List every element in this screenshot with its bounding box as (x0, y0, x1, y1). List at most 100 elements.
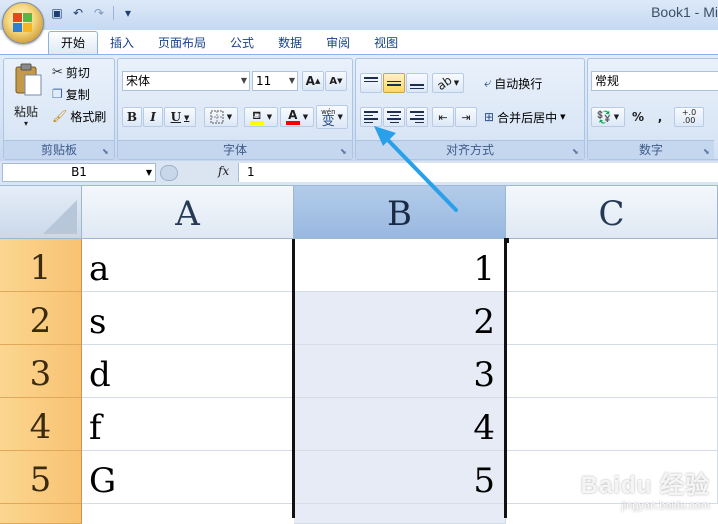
formula-input[interactable]: 1 (238, 163, 718, 182)
grow-font-icon: A (305, 74, 315, 88)
cell-c1[interactable] (506, 239, 718, 292)
customize-qat-icon[interactable]: ▾ (119, 4, 137, 22)
increase-indent-icon: ⇥ (461, 110, 471, 124)
top-align-icon (364, 77, 378, 89)
align-left-button[interactable] (360, 107, 382, 127)
tab-view[interactable]: 视图 (362, 32, 410, 54)
cell-a2[interactable]: s (82, 292, 294, 345)
cut-button[interactable]: ✂ 剪切 (52, 63, 90, 81)
watermark-brand: Baidu 经验 (580, 472, 710, 499)
select-all-button[interactable] (0, 186, 82, 239)
column-header-b[interactable]: B (294, 186, 506, 239)
row-header-2[interactable]: 2 (0, 292, 82, 345)
tab-review[interactable]: 审阅 (314, 32, 362, 54)
align-center-button[interactable] (383, 107, 405, 127)
number-launcher-icon[interactable]: ⬊ (703, 147, 712, 156)
format-painter-label: 格式刷 (70, 109, 107, 124)
copy-icon: ❐ (52, 87, 63, 101)
cell-c2[interactable] (506, 292, 718, 345)
italic-button[interactable]: I (143, 107, 163, 127)
format-painter-button[interactable]: 🖌 格式刷 (52, 107, 106, 125)
ribbon: 粘贴 ▾ ✂ 剪切 ❐ 复制 🖌 格式刷 剪贴板 ⬊ 宋体 ▼ 11 ▼ A▲ (0, 54, 718, 162)
alignment-launcher-icon[interactable]: ⬊ (572, 147, 581, 156)
font-size-select[interactable]: 11 ▼ (252, 71, 298, 91)
comma-button[interactable]: , (651, 107, 669, 127)
redo-icon[interactable]: ↷ (90, 4, 108, 22)
paste-icon (15, 63, 42, 96)
fill-handle[interactable] (504, 238, 509, 243)
accounting-format-button[interactable]: 💱 ▼ (591, 107, 625, 127)
paste-dropdown-icon[interactable]: ▾ (24, 119, 28, 128)
borders-button[interactable]: ▼ (204, 107, 238, 127)
number-group: 常规 💱 ▼ % , +.0 .00 数字 ⬊ (587, 58, 718, 160)
align-right-button[interactable] (406, 107, 428, 127)
cell-a3[interactable]: d (82, 345, 294, 398)
paste-label: 粘贴 (14, 105, 39, 119)
row-header-6[interactable] (0, 504, 82, 524)
chevron-down-icon: ▼ (560, 113, 566, 121)
currency-icon: 💱 (596, 110, 612, 124)
formula-bar-splitter[interactable] (160, 165, 178, 181)
copy-button[interactable]: ❐ 复制 (52, 85, 90, 103)
chevron-down-icon: ▼ (266, 113, 273, 121)
office-button[interactable] (2, 2, 44, 44)
number-group-title: 数字 (588, 140, 714, 159)
shrink-font-button[interactable]: A ▼ (325, 71, 347, 91)
merge-cells-icon: ⊞ (484, 110, 495, 124)
tab-formulas[interactable]: 公式 (218, 32, 266, 54)
bottom-align-button[interactable] (406, 73, 428, 93)
fill-color-button[interactable]: ⛾ ▼ (244, 107, 278, 127)
cell-c4[interactable] (506, 398, 718, 451)
cell-c3[interactable] (506, 345, 718, 398)
clipboard-launcher-icon[interactable]: ⬊ (102, 147, 111, 156)
tab-home[interactable]: 开始 (48, 31, 99, 54)
decrease-indent-button[interactable]: ⇤ (432, 107, 454, 127)
middle-align-button[interactable] (383, 73, 405, 93)
underline-label: U (170, 110, 182, 124)
tab-page-layout[interactable]: 页面布局 (146, 32, 218, 54)
font-color-icon: A (285, 109, 300, 125)
name-box[interactable]: B1 ▼ (2, 163, 156, 182)
wrap-text-button[interactable]: ⤶ 自动换行 (484, 73, 542, 93)
watermark: Baidu 经验 jingyan.baidu.com (581, 465, 710, 512)
percent-button[interactable]: % (627, 107, 649, 127)
row-header-1[interactable]: 1 (0, 239, 82, 292)
merge-center-button[interactable]: ⊞ 合并后居中 ▼ (484, 107, 565, 127)
tab-data[interactable]: 数据 (266, 32, 314, 54)
insert-function-icon[interactable]: fx (218, 164, 229, 178)
column-header-a[interactable]: A (82, 186, 294, 239)
cut-label: 剪切 (65, 65, 90, 80)
grow-font-button[interactable]: A ▲ (302, 71, 324, 91)
ribbon-tabs: 开始 插入 页面布局 公式 数据 审阅 视图 (48, 28, 410, 54)
name-box-value: B1 (71, 165, 87, 179)
phonetic-guide-button[interactable]: wén 变 ▼ (316, 105, 348, 129)
column-header-c[interactable]: C (506, 186, 718, 239)
cell-a5[interactable]: G (82, 451, 294, 504)
cell-a4[interactable]: f (82, 398, 294, 451)
tab-insert[interactable]: 插入 (98, 32, 146, 54)
undo-icon[interactable]: ↶ (69, 4, 87, 22)
underline-button[interactable]: U ▼ (164, 107, 196, 127)
bold-button[interactable]: B (122, 107, 142, 127)
paintbrush-icon: 🖌 (52, 109, 68, 123)
top-align-button[interactable] (360, 73, 382, 93)
paste-button[interactable]: 粘贴 ▾ (10, 63, 46, 135)
increase-decimal-button[interactable]: +.0 .00 (674, 107, 704, 127)
font-name-select[interactable]: 宋体 ▼ (122, 71, 250, 91)
clipboard-group-title: 剪贴板 (4, 140, 114, 159)
row-header-4[interactable]: 4 (0, 398, 82, 451)
chevron-down-icon: ▼ (302, 113, 309, 121)
font-launcher-icon[interactable]: ⬊ (340, 147, 349, 156)
increase-indent-button[interactable]: ⇥ (455, 107, 477, 127)
orientation-button[interactable]: ab ▼ (432, 73, 464, 93)
font-color-button[interactable]: A ▼ (280, 107, 314, 127)
quick-access-toolbar: ▣ ↶ ↷ ▾ (48, 4, 137, 22)
chevron-down-icon: ▼ (613, 113, 620, 121)
alignment-group: ab ▼ ⤶ 自动换行 ⇤ ⇥ ⊞ 合并后居中 ▼ 对齐方式 ⬊ (355, 58, 585, 160)
number-format-select[interactable]: 常规 (591, 71, 718, 91)
watermark-url: jingyan.baidu.com (621, 500, 710, 512)
row-header-5[interactable]: 5 (0, 451, 82, 504)
save-icon[interactable]: ▣ (48, 4, 66, 22)
row-header-3[interactable]: 3 (0, 345, 82, 398)
cell-a1[interactable]: a (82, 239, 294, 292)
